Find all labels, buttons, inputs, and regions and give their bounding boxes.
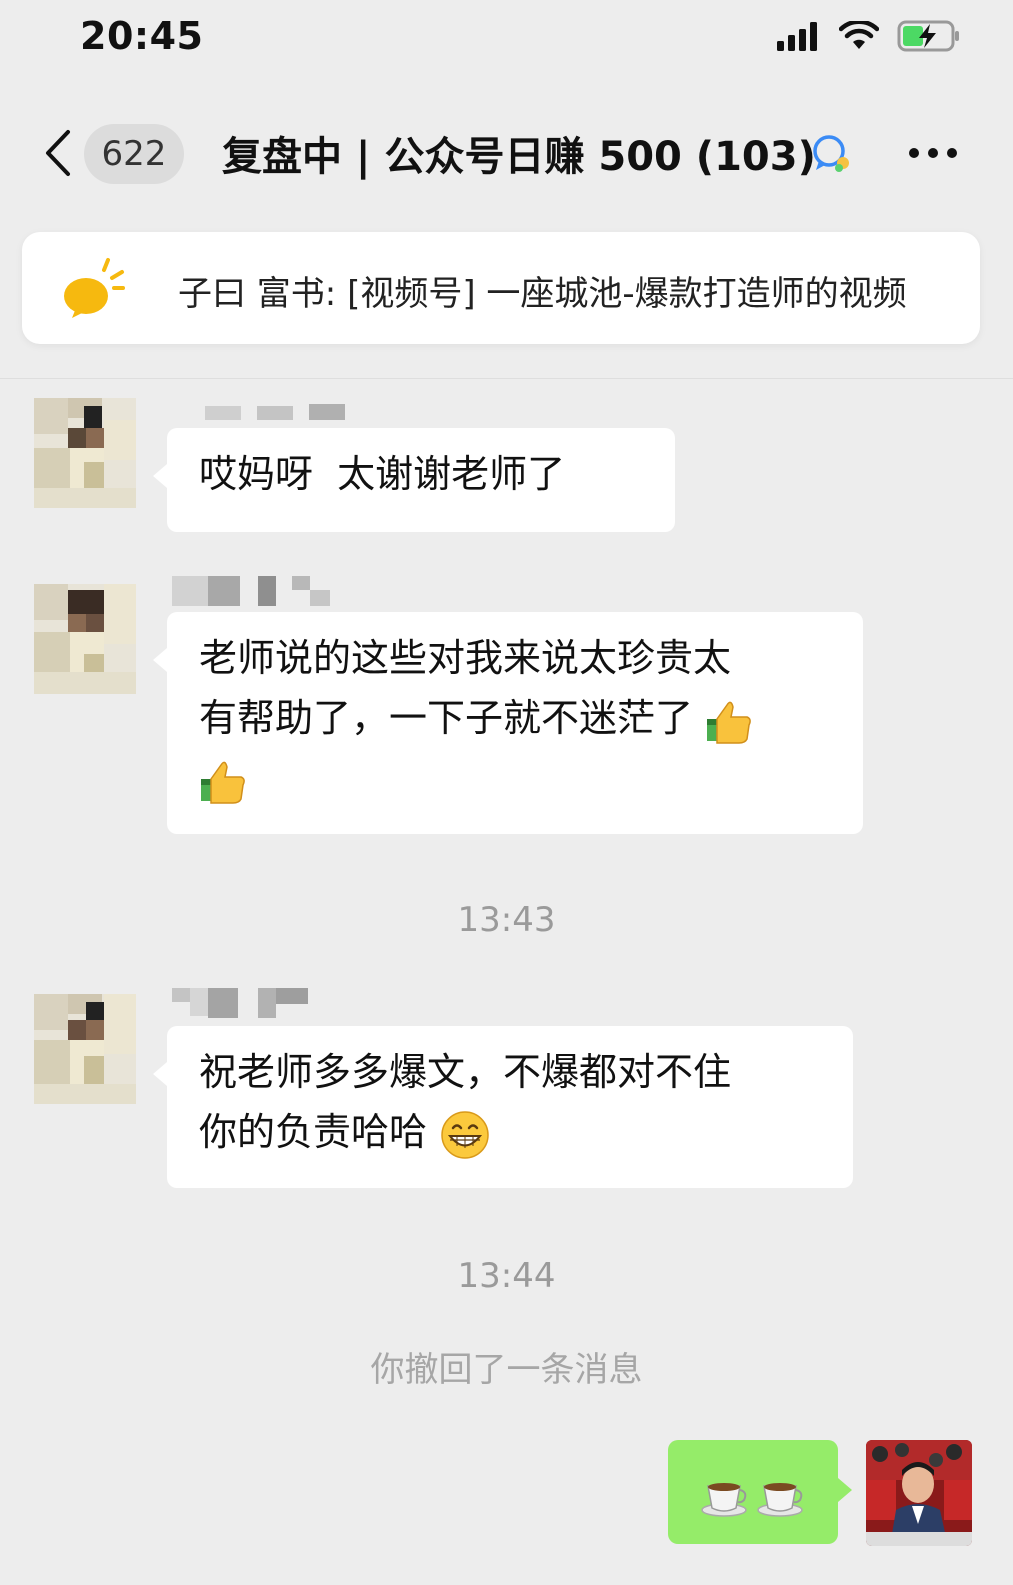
unread-count-badge[interactable]: 622 <box>84 124 184 184</box>
grin-emoji <box>441 1110 489 1159</box>
megaphone-icon <box>64 258 125 318</box>
chat-title: 复盘中 | 公众号日赚 500 (103) <box>222 134 816 180</box>
notice-text: 子曰 富书: [视频号] 一座城池-爆款打造师的视频 <box>178 274 907 314</box>
status-icons <box>775 20 961 52</box>
group-chat-icon <box>813 135 849 172</box>
message-text: 哎妈呀 太谢谢老师了 <box>199 452 566 496</box>
message-text-line: 有帮助了，一下子就不迷茫了 <box>199 696 694 740</box>
coffee-emoji <box>757 1483 803 1517</box>
message-text-line: 你的负责哈哈 <box>199 1110 428 1154</box>
signal-icon <box>777 22 817 51</box>
message-timestamp: 13:44 <box>457 1256 556 1296</box>
status-bar: 20:45 <box>0 0 1013 80</box>
thumbs-up-emoji <box>707 701 751 744</box>
sender-name <box>172 576 330 606</box>
wifi-icon <box>839 21 879 49</box>
thumbs-up-emoji <box>201 761 245 804</box>
recall-notice: 你撤回了一条消息 <box>370 1350 643 1390</box>
avatar[interactable] <box>34 584 136 694</box>
message-text-line: 老师说的这些对我来说太珍贵太 <box>199 636 732 680</box>
message-line-with-emoji <box>199 748 831 808</box>
coffee-emoji <box>701 1483 747 1517</box>
sender-name <box>172 988 308 1018</box>
message-timestamp: 13:43 <box>457 900 556 940</box>
chat-header: 622 复盘中 | 公众号日赚 500 (103) <box>0 110 1013 200</box>
pinned-notice-banner[interactable]: 子曰 富书: [视频号] 一座城池-爆款打造师的视频 <box>22 232 980 344</box>
own-avatar[interactable] <box>866 1440 972 1546</box>
message-bubble[interactable]: 老师说的这些对我来说太珍贵太 有帮助了，一下子就不迷茫了 <box>153 612 863 834</box>
message-text-line: 祝老师多多爆文，不爆都对不住 <box>199 1050 732 1094</box>
divider <box>0 378 1013 379</box>
battery-charging-icon <box>897 20 959 52</box>
message-line-with-emoji: 你的负责哈哈 <box>199 1102 821 1162</box>
message-line-with-emoji: 有帮助了，一下子就不迷茫了 <box>199 688 831 748</box>
own-message-bubble[interactable] <box>668 1440 852 1544</box>
message-bubble[interactable]: 哎妈呀 太谢谢老师了 <box>153 428 675 532</box>
message-bubble[interactable]: 祝老师多多爆文，不爆都对不住 你的负责哈哈 <box>153 1026 853 1188</box>
more-dots-icon[interactable] <box>908 140 958 166</box>
avatar[interactable] <box>34 398 136 508</box>
back-chevron-icon[interactable] <box>40 128 76 178</box>
status-time: 20:45 <box>80 14 204 58</box>
avatar[interactable] <box>34 994 136 1104</box>
